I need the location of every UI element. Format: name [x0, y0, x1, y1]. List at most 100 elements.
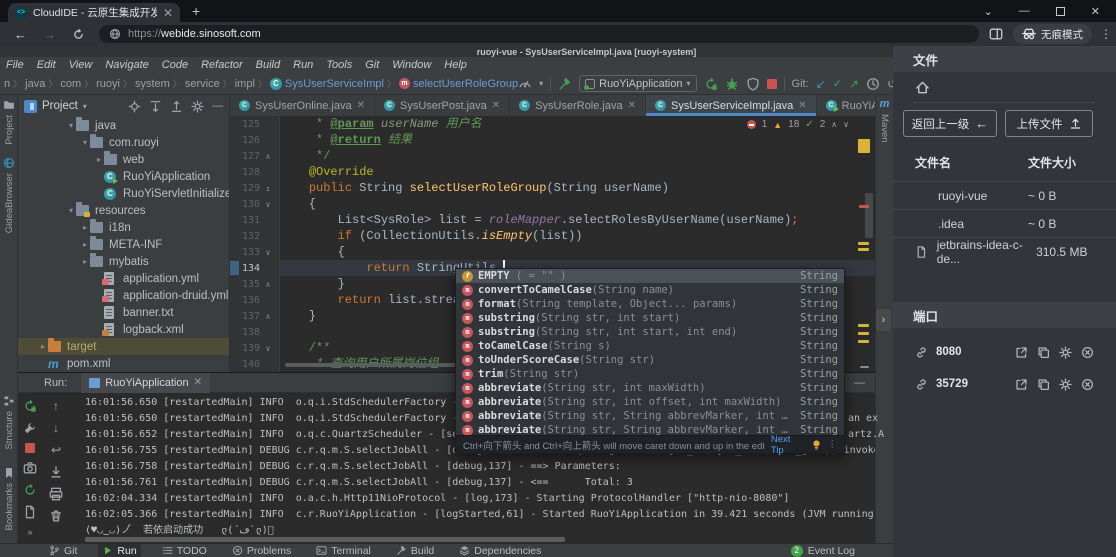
completion-item-trim[interactable]: mtrim(String str)String	[456, 367, 844, 381]
tree-item-ruoyiapplication[interactable]: CRuoYiApplication	[18, 168, 229, 185]
completion-item-converttocamelcase[interactable]: mconvertToCamelCase(String name)String	[456, 283, 844, 297]
copy-port-icon[interactable]	[1037, 378, 1050, 391]
menu-item-git[interactable]: Git	[365, 59, 379, 71]
site-info-icon[interactable]	[109, 28, 121, 40]
code-line-132[interactable]: 132 if (CollectionUtils.isEmpty(list))	[230, 228, 875, 244]
event-log-button[interactable]: 2 Event Log	[791, 545, 855, 557]
window-close-icon[interactable]: ✕	[1091, 5, 1100, 18]
statusbar-todo[interactable]: TODO	[158, 544, 211, 557]
side-panel-icon[interactable]	[989, 27, 1003, 41]
menu-item-edit[interactable]: Edit	[37, 59, 56, 71]
tree-chevron-icon[interactable]: ▸	[94, 155, 104, 164]
git-commit-icon[interactable]: ✓	[833, 77, 842, 90]
back-parent-button[interactable]: 返回上一级 ←	[903, 110, 997, 137]
locate-file-icon[interactable]	[128, 100, 141, 113]
thread-dump-icon[interactable]	[23, 461, 37, 475]
gear-icon[interactable]	[191, 100, 204, 113]
tree-item-application-druid-yml[interactable]: application-druid.yml	[18, 287, 229, 304]
statusbar-terminal[interactable]: Terminal	[312, 544, 375, 557]
tab-close-icon[interactable]: ✕	[798, 100, 806, 111]
breadcrumb-item[interactable]: system	[135, 78, 170, 90]
scroll-up-icon[interactable]: ↑	[49, 399, 63, 413]
maven-tab-label[interactable]: Maven	[879, 114, 890, 143]
git-push-icon[interactable]: ↗	[849, 77, 859, 91]
menu-item-build[interactable]: Build	[256, 59, 280, 71]
tree-chevron-icon[interactable]: ▾	[80, 138, 90, 147]
tab-close-icon[interactable]: ✕	[357, 100, 365, 111]
editor-tab-sysuserrole-java[interactable]: CSysUserRole.java✕	[510, 95, 646, 116]
breadcrumb-item[interactable]: java	[25, 78, 45, 90]
profiler-dropdown-icon[interactable]: ▾	[539, 79, 543, 88]
file-row--idea[interactable]: .idea~ 0 B	[893, 209, 1116, 237]
completion-item-substring[interactable]: msubstring(String str, int start)String	[456, 311, 844, 325]
collapse-all-icon[interactable]	[170, 100, 183, 113]
breadcrumb-method[interactable]: mselectUserRoleGroup	[399, 78, 518, 90]
breadcrumb-class[interactable]: CSysUserServiceImpl	[270, 78, 384, 90]
upload-file-button[interactable]: 上传文件	[1005, 110, 1093, 137]
completion-item-tocamelcase[interactable]: mtoCamelCase(String s)String	[456, 339, 844, 353]
expand-right-panel-icon[interactable]: ›	[876, 309, 891, 331]
address-bar[interactable]: https:// webide.sinosoft.com	[99, 25, 979, 43]
tree-chevron-icon[interactable]: ▾	[66, 206, 76, 215]
tree-item-pom-xml[interactable]: mpom.xml	[18, 355, 229, 372]
tree-item-web[interactable]: ▸web	[18, 151, 229, 168]
tab-close-icon[interactable]: ✕	[492, 100, 500, 111]
scroll-to-end-icon[interactable]	[49, 465, 63, 479]
tree-chevron-icon[interactable]: ▸	[80, 223, 90, 232]
rail-item-structure[interactable]: Structure	[0, 395, 18, 450]
rail-item-bookmarks[interactable]: Bookmarks	[0, 467, 18, 531]
expand-all-icon[interactable]	[149, 100, 162, 113]
chevron-down-icon[interactable]: ▾	[83, 102, 87, 111]
file-row-ruoyi-vue[interactable]: ruoyi-vue~ 0 B	[893, 181, 1116, 209]
completion-item-abbreviate[interactable]: mabbreviate(String str, int maxWidth)Str…	[456, 381, 844, 395]
completion-item-abbreviate[interactable]: mabbreviate(String str, int offset, int …	[456, 395, 844, 409]
home-icon[interactable]	[915, 80, 930, 95]
tree-item-resources[interactable]: ▾resources	[18, 202, 229, 219]
clear-console-icon[interactable]	[49, 509, 63, 523]
more-actions-icon[interactable]: »	[27, 527, 32, 537]
run-icon[interactable]	[704, 77, 718, 91]
project-panel-title[interactable]: Project	[42, 100, 78, 112]
next-problem-icon[interactable]: ∨	[843, 120, 849, 129]
back-icon[interactable]: ←	[14, 27, 27, 42]
stop-icon[interactable]	[767, 79, 777, 89]
restart-icon[interactable]	[23, 483, 37, 497]
console-hscrollbar[interactable]	[85, 537, 565, 542]
port-settings-icon[interactable]	[1059, 346, 1072, 359]
completion-item-abbreviate[interactable]: mabbreviate(String str, String abbrevMar…	[456, 409, 844, 423]
print-icon[interactable]	[49, 487, 63, 501]
code-line-126[interactable]: 126 * @return 结果	[230, 132, 875, 148]
menu-item-file[interactable]: File	[6, 59, 24, 71]
hide-panel-icon[interactable]: —	[212, 100, 223, 113]
tree-chevron-icon[interactable]: ▾	[66, 121, 76, 130]
tree-chevron-icon[interactable]: ▸	[38, 342, 48, 351]
tree-item-target[interactable]: ▸target	[18, 338, 229, 355]
open-port-icon[interactable]	[1015, 378, 1028, 391]
editor-tab-sysuserserviceimpl-java[interactable]: CSysUserServiceImpl.java✕	[646, 95, 817, 116]
build-hammer-icon[interactable]	[558, 77, 572, 91]
statusbar-build[interactable]: Build	[392, 544, 438, 557]
menu-item-refactor[interactable]: Refactor	[201, 59, 243, 71]
close-port-icon[interactable]	[1081, 378, 1094, 391]
hint-menu-icon[interactable]: ⋮	[828, 439, 838, 450]
statusbar-run[interactable]: Run	[98, 544, 140, 557]
run-config-combo[interactable]: RuoYiApplication ▾	[579, 75, 696, 92]
breadcrumb-item[interactable]: ruoyi	[96, 78, 120, 90]
editor-scroll-stripe[interactable]	[852, 116, 875, 372]
forward-icon[interactable]: →	[43, 27, 56, 42]
scroll-down-icon[interactable]: ↓	[49, 421, 63, 435]
completion-item-format[interactable]: mformat(String template, Object... param…	[456, 297, 844, 311]
code-line-127[interactable]: 127∧ */	[230, 148, 875, 164]
browser-tab[interactable]: <> CloudIDE - 云原生集成开发环境 ✕	[8, 3, 180, 22]
close-port-icon[interactable]	[1081, 346, 1094, 359]
completion-item-tounderscorecase[interactable]: mtoUnderScoreCase(String str)String	[456, 353, 844, 367]
menu-item-tools[interactable]: Tools	[326, 59, 352, 71]
rail-item-gideabrowser[interactable]: GideaBrowser	[0, 157, 18, 233]
window-maximize-icon[interactable]	[1056, 7, 1065, 16]
debug-icon[interactable]	[725, 77, 739, 91]
next-tip-link[interactable]: Next Tip	[771, 434, 805, 456]
rerun-icon[interactable]	[23, 399, 37, 413]
rail-item-project[interactable]: Project	[0, 99, 18, 145]
tree-item-i18n[interactable]: ▸i18n	[18, 219, 229, 236]
code-line-131[interactable]: 131 List<SysRole> list = roleMapper.sele…	[230, 212, 875, 228]
